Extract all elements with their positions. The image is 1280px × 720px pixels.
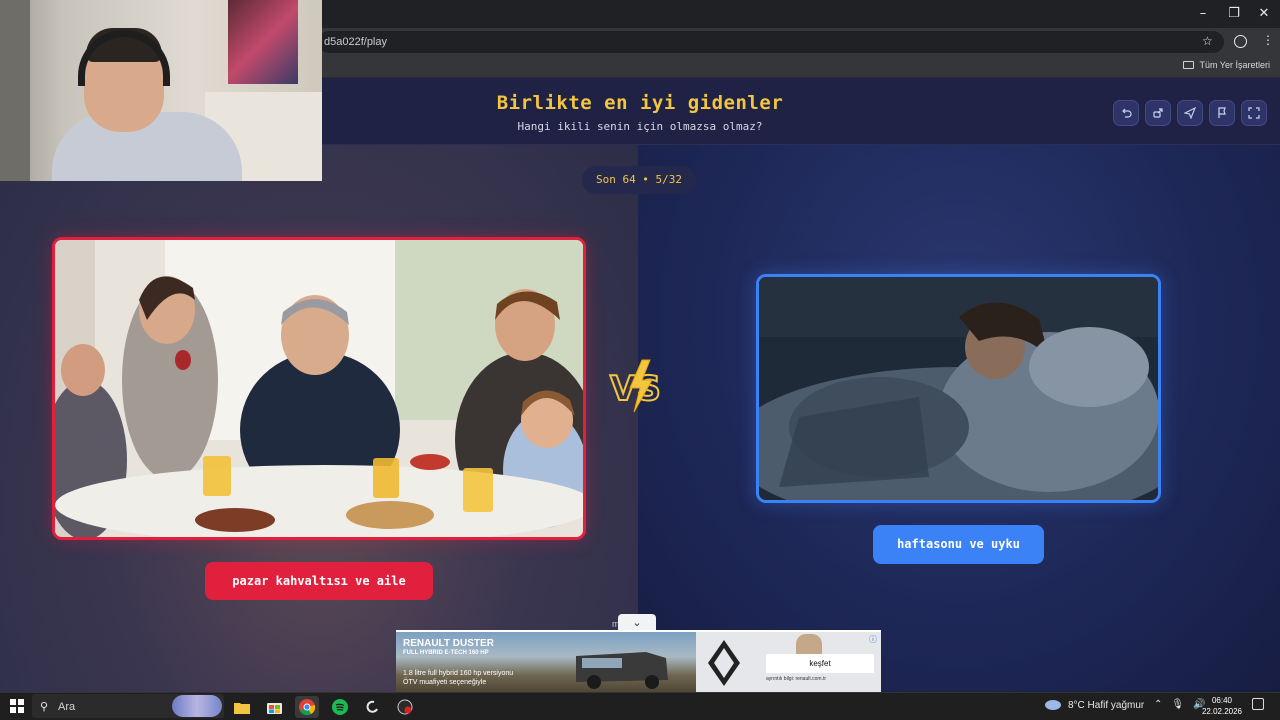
webcam-door — [0, 0, 30, 181]
versus-badge: VS — [609, 359, 662, 413]
ad-choices-icon[interactable]: ⓘ — [869, 634, 877, 645]
option-label-right[interactable]: haftasonu ve uyku — [873, 525, 1044, 564]
search-icon: ⚲ — [40, 700, 49, 713]
ad-copy-line-2: ÖTV muafiyeti seçeneğiyle — [403, 679, 487, 686]
renault-logo-icon — [708, 640, 740, 686]
fullscreen-icon — [1248, 107, 1260, 119]
ad-copy-line-1: 1.8 litre full hybrid 160 hp versiyonu — [403, 670, 514, 677]
store-icon[interactable] — [262, 696, 286, 718]
fullscreen-button[interactable] — [1241, 100, 1267, 126]
ad-info-text: ayrıntılı bilgi: renault.com.tr — [766, 676, 827, 682]
bookmark-star-icon[interactable]: ☆ — [1202, 34, 1213, 48]
weather-widget[interactable]: 8°C Hafif yağmur — [1044, 699, 1144, 711]
rain-cloud-icon — [1045, 700, 1061, 710]
notification-icon[interactable] — [1252, 698, 1264, 710]
clock-date[interactable]: 22.02.2026 — [1200, 707, 1244, 716]
undo-icon — [1122, 108, 1132, 118]
webcam-overlay — [0, 0, 322, 181]
recorder-icon[interactable] — [393, 696, 417, 718]
send-button[interactable] — [1177, 100, 1203, 126]
browser-menu-icon[interactable]: ⋮ — [1262, 33, 1274, 47]
close-button[interactable]: ✕ — [1249, 4, 1279, 24]
start-button[interactable] — [10, 699, 24, 713]
option-card-right[interactable] — [756, 274, 1161, 503]
search-highlight-art — [172, 695, 222, 717]
chevron-down-icon: ⌄ — [632, 616, 642, 629]
share-icon — [1153, 108, 1163, 118]
taskbar-search-placeholder: Ara — [58, 701, 76, 713]
file-explorer-icon[interactable] — [230, 696, 254, 718]
report-button[interactable] — [1209, 100, 1235, 126]
address-bar[interactable]: d5a022f/play — [318, 31, 1224, 53]
ad-brand: RENAULT DUSTER — [403, 638, 494, 649]
chrome-icon[interactable] — [295, 696, 319, 718]
round-indicator: Son 64 • 5/32 — [582, 166, 696, 194]
breakfast-photo — [55, 240, 583, 537]
weather-text: 8°C Hafif yağmur — [1068, 699, 1145, 711]
option-card-left[interactable] — [52, 237, 586, 540]
ad-cta-button[interactable]: keşfet — [766, 654, 874, 673]
folder-icon — [1183, 61, 1195, 69]
microphone-icon[interactable]: 🎙 — [1171, 699, 1184, 710]
option-label-left[interactable]: pazar kahvaltısı ve aile — [205, 562, 433, 600]
clock-time[interactable]: 06:40 — [1200, 696, 1244, 705]
system-tray[interactable]: ⌃ 🎙 🔊 — [1154, 699, 1206, 710]
advertisement-banner[interactable]: RENAULT DUSTER FULL HYBRID E-TECH 160 HP… — [396, 630, 881, 692]
share-button[interactable] — [1145, 100, 1171, 126]
flag-icon — [1218, 107, 1226, 118]
logitech-icon[interactable] — [360, 696, 384, 718]
all-bookmarks-label: Tüm Yer İşaretleri — [1199, 60, 1270, 70]
ad-person-photo — [796, 634, 822, 654]
send-icon — [1184, 107, 1196, 119]
chevron-up-icon[interactable]: ⌃ — [1154, 699, 1162, 710]
minimize-button[interactable]: – — [1188, 4, 1218, 24]
spotify-icon[interactable] — [328, 696, 352, 718]
undo-button[interactable] — [1113, 100, 1139, 126]
profile-icon[interactable] — [1234, 35, 1247, 48]
ad-tagline: FULL HYBRID E-TECH 160 HP — [403, 650, 489, 656]
all-bookmarks-button[interactable]: Tüm Yer İşaretleri — [1183, 60, 1270, 70]
restore-button[interactable]: ❐ — [1219, 4, 1249, 24]
sleeping-photo — [759, 277, 1158, 500]
webcam-poster — [228, 0, 298, 84]
